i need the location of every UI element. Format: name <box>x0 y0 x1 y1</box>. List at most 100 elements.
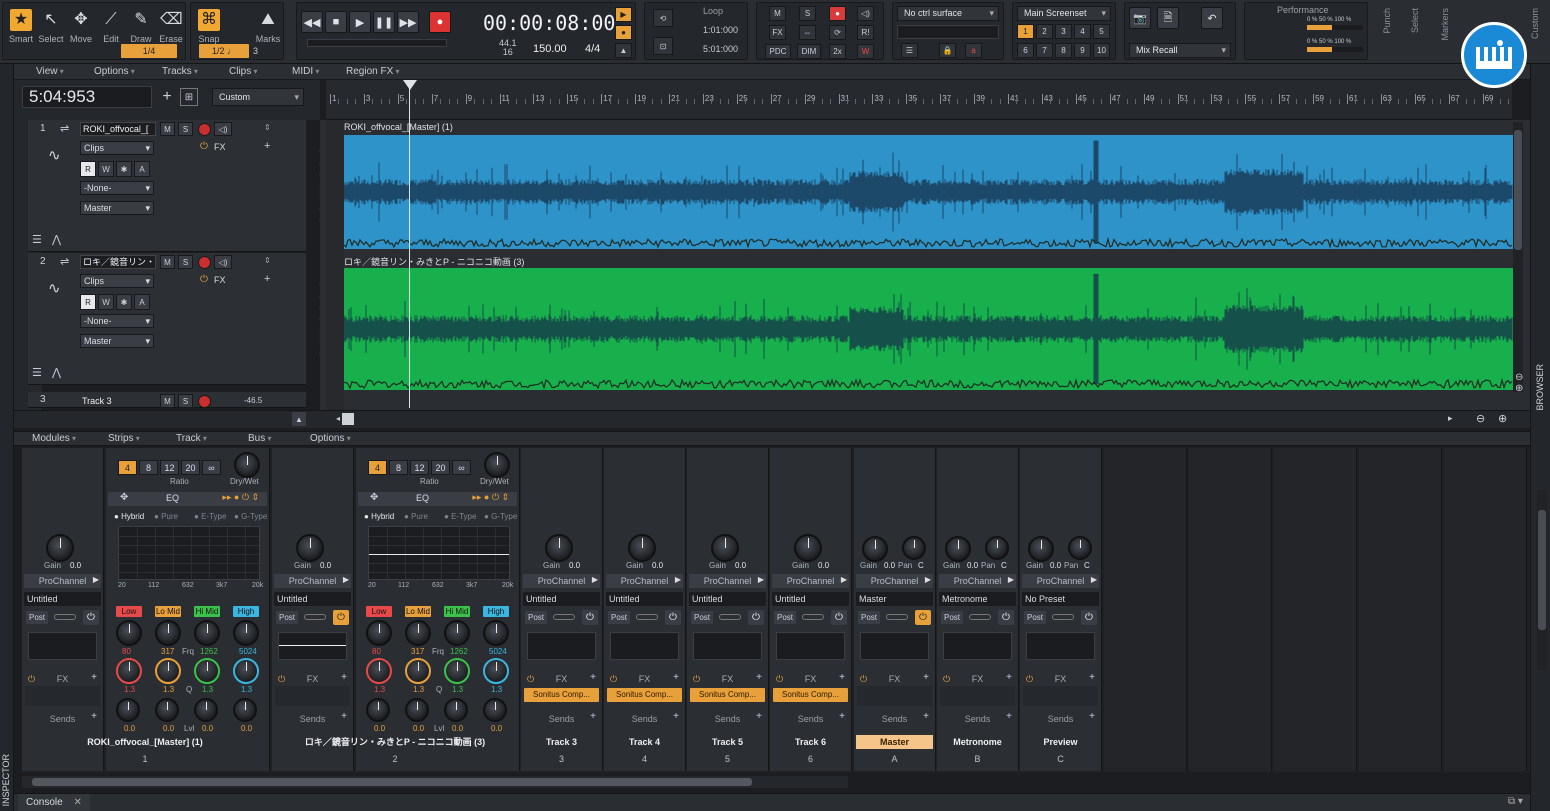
prochannel-power-button[interactable]: ⏻ <box>915 610 931 625</box>
markers-module-label[interactable]: Markers <box>1440 8 1450 41</box>
compressor-ratio-button[interactable]: 12 <box>410 460 429 475</box>
fx-add-icon[interactable]: + <box>341 672 347 683</box>
eq-q-knob[interactable] <box>155 698 179 722</box>
eq-freq-knob[interactable] <box>405 658 431 684</box>
gain-knob[interactable] <box>862 536 888 562</box>
prochannel-route-icon[interactable] <box>886 614 908 620</box>
eq-move-icon[interactable]: ✥ <box>120 492 128 503</box>
compressor-ratio-button[interactable]: 4 <box>368 460 387 475</box>
eq-freq-knob[interactable] <box>116 658 142 684</box>
eq-band-high-toggle[interactable]: High <box>233 606 259 617</box>
eq-gain-knob[interactable] <box>405 620 431 646</box>
screenset-6-button[interactable]: 6 <box>1017 43 1034 58</box>
eq-type-option[interactable]: ● Hybrid <box>114 512 144 521</box>
pan-knob[interactable] <box>902 536 926 560</box>
browser-tab[interactable]: BROWSER <box>1535 364 1545 411</box>
write-automation-button[interactable]: W <box>98 294 114 310</box>
metronome-icon-button[interactable]: ▲ <box>615 43 632 58</box>
mix-record-button[interactable]: ● <box>829 6 846 21</box>
preset-field[interactable]: Untitled <box>606 592 683 606</box>
fx-bin-header[interactable]: FX <box>1022 672 1099 686</box>
post-button[interactable]: Post <box>858 611 881 624</box>
solo-button[interactable]: S <box>178 122 193 136</box>
screenset-3-button[interactable]: 3 <box>1055 24 1072 39</box>
channel-strip-6[interactable]: Gain 0.0 ProChannel ▶ Untitled Post ⏻ ⏻ FX + Sonit… <box>770 448 852 771</box>
post-button[interactable]: Post <box>941 611 964 624</box>
control-surface-dropdown[interactable]: No ctrl surface <box>897 6 999 21</box>
post-button[interactable]: Post <box>608 611 631 624</box>
console-menu-modules[interactable]: Modules <box>32 433 76 444</box>
track-menu-options[interactable]: Options <box>94 66 135 77</box>
prochannel-expand-icon[interactable]: ▶ <box>1091 575 1097 584</box>
fx-add-icon[interactable]: + <box>1006 672 1012 683</box>
track-pane-collapse-button[interactable]: ▲ <box>292 412 306 426</box>
strip-name[interactable]: Metronome <box>939 735 1016 749</box>
eq-power-icon[interactable]: ▸▸ ● ⏻ ⇕ <box>472 492 509 503</box>
track-view-preset-dropdown[interactable]: Custom <box>212 88 304 106</box>
automation-lane-icon[interactable]: ⋀ <box>52 233 61 246</box>
fx-bin-header[interactable]: FX <box>856 672 933 686</box>
gain-knob[interactable] <box>1028 536 1054 562</box>
fx-plugin-slot[interactable]: Sonitus Comp... <box>773 688 848 702</box>
prochannel-expanded-1[interactable]: 4 8 12 20 ∞ Ratio Dry/Wet ✥ EQ ▸▸ ● ⏻ ⇕ ● Hybrid ● … <box>106 448 270 771</box>
rewind-button[interactable]: ◀◀ <box>301 11 323 33</box>
eq-freq-knob[interactable] <box>444 658 470 684</box>
punch-toggle[interactable]: ⊡ <box>653 37 673 55</box>
eq-move-icon[interactable]: ✥ <box>370 492 378 503</box>
prochannel-power-button[interactable]: ⏻ <box>1081 610 1097 625</box>
channel-strip-A[interactable]: Gain 0.0 Pan C ProChannel ▶ Master Post ⏻ ⏻ FX + Sen… <box>854 448 936 771</box>
eq-graph[interactable] <box>368 526 510 580</box>
prochannel-route-icon[interactable] <box>304 614 326 620</box>
compressor-ratio-button[interactable]: ∞ <box>452 460 471 475</box>
track-menu-midi[interactable]: MIDI <box>292 66 319 77</box>
fx-bin-header[interactable]: FX <box>606 672 683 686</box>
fx-bin-header[interactable]: FX <box>689 672 766 686</box>
prochannel-power-button[interactable]: ⏻ <box>83 610 99 625</box>
fx-power-icon[interactable]: ⏻ <box>200 274 208 285</box>
prochannel-expand-icon[interactable]: ▶ <box>592 575 598 584</box>
fx-bin-label[interactable]: FX <box>214 142 226 152</box>
gain-knob[interactable] <box>711 534 739 562</box>
compressor-ratio-button[interactable]: 12 <box>160 460 179 475</box>
mix-automation-button[interactable]: ⟳ <box>829 25 846 40</box>
tool-draw[interactable]: ✎ Draw <box>127 7 155 47</box>
surface-channel-button[interactable]: a <box>965 43 982 58</box>
add-track-button[interactable]: + <box>158 88 176 106</box>
document-button[interactable]: 🗎 <box>1157 7 1179 29</box>
fx-add-icon[interactable]: + <box>756 672 762 683</box>
screenset-4-button[interactable]: 4 <box>1074 24 1091 39</box>
fx-plugin-slot[interactable]: Sonitus Comp... <box>690 688 765 702</box>
tempo-display[interactable]: 150.00 <box>533 43 567 55</box>
input-dropdown[interactable]: -None- <box>80 314 154 328</box>
screenset-1-button[interactable]: 1 <box>1017 24 1034 39</box>
prochannel-route-icon[interactable] <box>1052 614 1074 620</box>
read-automation-button[interactable]: R <box>80 294 96 310</box>
loop-toggle[interactable]: ⟲ <box>653 9 673 27</box>
mute-button[interactable]: M <box>160 255 175 269</box>
eq-band-high-toggle[interactable]: High <box>483 606 509 617</box>
control-surface-field[interactable] <box>897 25 999 39</box>
eq-type-option[interactable]: ● E-Type <box>194 512 226 521</box>
sends-add-icon[interactable]: + <box>590 711 596 722</box>
freeze-button[interactable]: ✱ <box>116 161 132 177</box>
mix-read-button[interactable]: R! <box>857 25 874 40</box>
vertical-zoom-controls[interactable]: ⊖ ⊕ <box>1515 372 1527 406</box>
snapshot-button[interactable]: 📷 <box>1129 7 1151 29</box>
eq-band-lo-mid-toggle[interactable]: Lo Mid <box>155 606 181 617</box>
stop-button[interactable]: ■ <box>325 11 347 33</box>
horizontal-scroll-thumb[interactable] <box>342 413 354 425</box>
strip-name[interactable]: Track 3 <box>523 735 600 749</box>
fx-power-icon[interactable]: ⏻ <box>200 141 208 152</box>
eq-graph[interactable] <box>118 526 260 580</box>
input-echo-button[interactable]: ◁) <box>214 122 232 136</box>
fx-bin-empty[interactable] <box>857 686 932 706</box>
mix-mute-button[interactable]: M <box>769 6 786 21</box>
eq-gain-knob[interactable] <box>155 620 181 646</box>
fx-add-icon[interactable]: + <box>673 672 679 683</box>
prochannel-expand-icon[interactable]: ▶ <box>93 575 99 584</box>
add-bus-button[interactable]: ⊞ <box>180 88 198 106</box>
mix-fx-button[interactable]: FX <box>769 25 786 40</box>
eq-module-header[interactable]: ✥ EQ ▸▸ ● ⏻ ⇕ <box>358 492 517 506</box>
sends-header[interactable]: Sends <box>523 712 600 726</box>
custom-module-label[interactable]: Custom <box>1530 8 1540 39</box>
